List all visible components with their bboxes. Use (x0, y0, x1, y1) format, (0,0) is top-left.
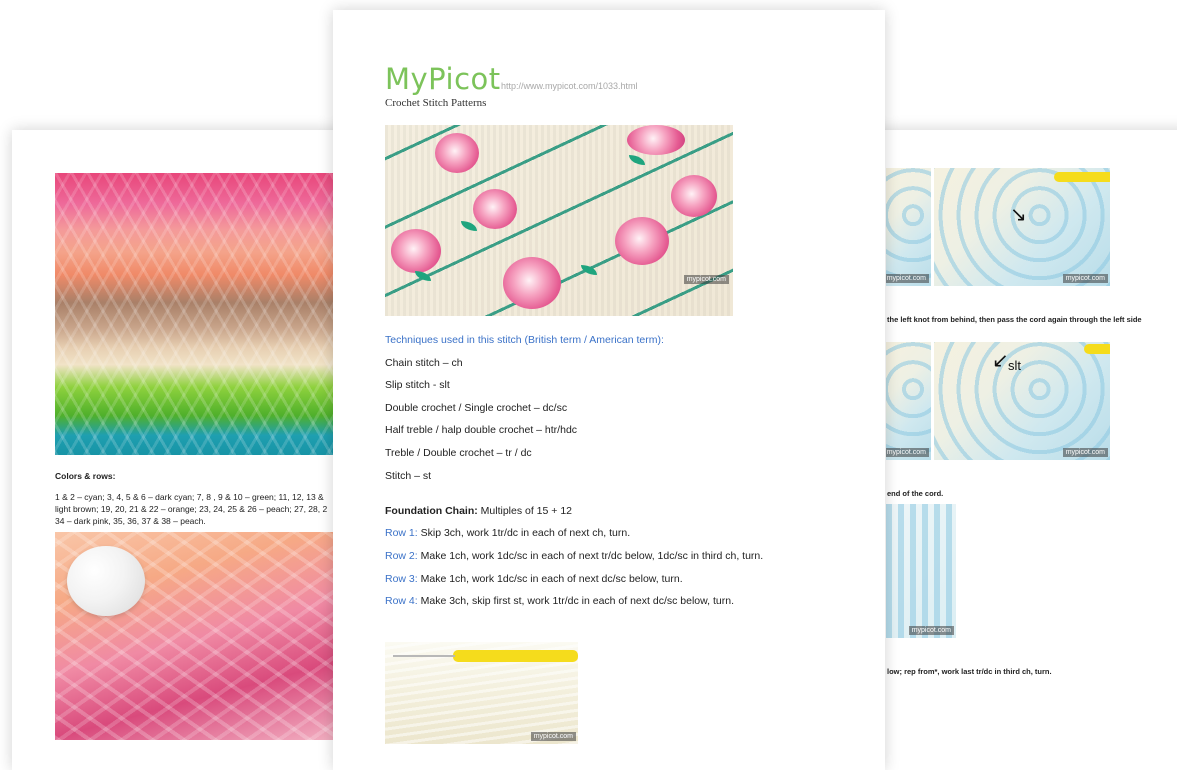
rose-shape (627, 125, 685, 155)
technique-item: Slip stitch - slt (385, 379, 450, 391)
hook-shape (1054, 172, 1110, 182)
rose-shape (435, 133, 479, 173)
leaf-shape (581, 265, 597, 275)
crochet-closeup-image (55, 532, 345, 740)
watermark: mypicot.com (886, 274, 929, 283)
foundation-chain-photo: mypicot.com (385, 642, 578, 744)
step-caption-3: low; rep from*, work last tr/dc in third… (887, 667, 1052, 676)
foundation-value: Multiples of 15 + 12 (477, 505, 572, 517)
slt-label: slt (1008, 358, 1021, 373)
rose-crochet-image: mypicot.com (385, 125, 733, 316)
row-text: Make 1ch, work 1dc/sc in each of next tr… (417, 550, 764, 562)
step-caption-1: the left knot from behind, then pass the… (887, 315, 1142, 324)
technique-item: Treble / Double crochet – tr / dc (385, 447, 532, 459)
rose-shape (671, 175, 717, 217)
watermark: mypicot.com (683, 275, 729, 284)
brand-subtitle: Crochet Stitch Patterns (385, 97, 487, 109)
leaf-shape (629, 155, 645, 165)
foundation-label: Foundation Chain: (385, 505, 478, 517)
techniques-heading: Techniques used in this stitch (British … (385, 334, 664, 346)
foundation-chain: Foundation Chain: Multiples of 15 + 12 (385, 505, 572, 517)
watermark: mypicot.com (908, 626, 954, 635)
rose-shape (615, 217, 669, 265)
step-photo-2b: ↙ slt mypicot.com (934, 342, 1110, 460)
white-bead-shape (67, 546, 145, 616)
watermark: mypicot.com (1062, 448, 1108, 457)
colors-rows-text: 1 & 2 – cyan; 3, 4, 5 & 6 – dark cyan; 7… (55, 492, 328, 526)
rose-shape (391, 229, 441, 273)
step-photo-1a: mypicot.com (886, 168, 931, 286)
row-label: Row 3: (385, 573, 418, 585)
leaf-shape (415, 271, 431, 281)
row-instruction: Row 2: Make 1ch, work 1dc/sc in each of … (385, 550, 763, 562)
row-instruction: Row 1: Skip 3ch, work 1tr/dc in each of … (385, 527, 630, 539)
step-photo-2a: mypicot.com (886, 342, 931, 460)
row-label: Row 1: (385, 527, 418, 539)
rose-shape (503, 257, 561, 309)
watermark: mypicot.com (1062, 274, 1108, 283)
arrow-icon: ↘ (1010, 202, 1027, 226)
row-label: Row 4: (385, 595, 418, 607)
leaf-shape (461, 221, 477, 231)
colorful-crochet-swatch-image (55, 173, 345, 455)
row-instruction: Row 4: Make 3ch, skip first st, work 1tr… (385, 595, 734, 607)
step-photo-1b: ↘ mypicot.com (934, 168, 1110, 286)
row-text: Make 3ch, skip first st, work 1tr/dc in … (417, 595, 734, 607)
watermark: mypicot.com (886, 448, 929, 457)
hook-shape (453, 650, 578, 662)
row-text: Make 1ch, work 1dc/sc in each of next dc… (417, 573, 683, 585)
row-label: Row 2: (385, 550, 418, 562)
step-caption-2: end of the cord. (887, 489, 944, 498)
step-photo-3: mypicot.com (886, 504, 956, 638)
technique-item: Stitch – st (385, 470, 432, 482)
center-page: MyPicot http://www.mypicot.com/1033.html… (333, 10, 885, 770)
hook-shape (1084, 344, 1110, 354)
hook-shaft-shape (393, 655, 455, 657)
left-page: Colors & rows: 1 & 2 – cyan; 3, 4, 5 & 6… (12, 130, 352, 770)
row-instruction: Row 3: Make 1ch, work 1dc/sc in each of … (385, 573, 683, 585)
brand-logo-text: MyPicot (385, 62, 501, 96)
colors-rows-heading: Colors & rows: (55, 471, 116, 481)
brand-url: http://www.mypicot.com/1033.html (501, 81, 638, 91)
technique-item: Double crochet / Single crochet – dc/sc (385, 402, 568, 414)
watermark: mypicot.com (530, 732, 576, 741)
technique-item: Half treble / halp double crochet – htr/… (385, 424, 578, 436)
rose-shape (473, 189, 517, 229)
row-text: Skip 3ch, work 1tr/dc in each of next ch… (417, 527, 631, 539)
arrow-icon: ↙ (992, 348, 1009, 372)
technique-item: Chain stitch – ch (385, 357, 463, 369)
